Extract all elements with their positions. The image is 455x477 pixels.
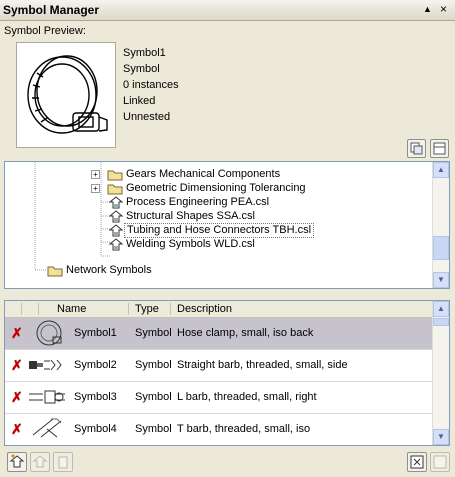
tree-item-selected[interactable]: Tubing and Hose Connectors TBH.csl (5, 223, 435, 238)
expand-icon[interactable]: + (91, 184, 100, 193)
column-header-name[interactable]: Name (57, 303, 86, 315)
preview-nest-status: Unnested (123, 111, 171, 123)
close-icon[interactable]: × (440, 2, 447, 16)
row-description: T barb, threaded, small, iso (177, 423, 311, 435)
delete-mark-icon[interactable]: ✗ (11, 325, 23, 342)
preview-label: Symbol Preview: (4, 25, 86, 37)
row-name: Symbol3 (74, 391, 117, 403)
delete-mark-icon[interactable]: ✗ (11, 357, 23, 374)
row-type: Symbol (135, 327, 172, 339)
options-button[interactable] (430, 139, 449, 158)
properties-button[interactable] (430, 452, 450, 472)
row-name: Symbol2 (74, 359, 117, 371)
table-row[interactable]: ✗ Symbol1 Symbol Hose clamp, small, iso … (5, 318, 433, 350)
symbol-list[interactable]: Name Type Description ✗ Symbol1 Symbol H… (4, 300, 450, 446)
row-description: Straight barb, threaded, small, side (177, 359, 348, 371)
tree-item[interactable]: Process Engineering PEA.csl (5, 195, 435, 210)
library-link-icon (109, 238, 123, 251)
export-icon (410, 142, 423, 155)
export-library-button[interactable] (407, 139, 426, 158)
select-icon (410, 455, 424, 469)
panel-title: Symbol Manager (3, 3, 100, 17)
panel-titlebar: Symbol Manager ▲ × (0, 0, 455, 21)
expand-icon[interactable]: + (91, 170, 100, 179)
table-row[interactable]: ✗ Symbol3 Symbol L barb, threaded, small… (5, 382, 433, 414)
folder-icon (47, 266, 63, 277)
library-link-icon (109, 224, 123, 237)
symbol-preview (16, 42, 116, 148)
list-header: Name Type Description (5, 301, 433, 318)
row-type: Symbol (135, 423, 172, 435)
scroll-thumb[interactable] (433, 318, 449, 326)
tree-item-label: Process Engineering PEA.csl (126, 196, 270, 208)
straight-barb-thumb-icon (29, 359, 62, 371)
row-description: L barb, threaded, small, right (177, 391, 317, 403)
table-row[interactable]: ✗ Symbol4 Symbol T barb, threaded, small… (5, 414, 433, 445)
library-tree[interactable]: + Gears Mechanical Components + Geometri… (4, 161, 450, 289)
row-description: Hose clamp, small, iso back (177, 327, 314, 339)
properties-icon (433, 455, 447, 469)
column-header-type[interactable]: Type (135, 303, 159, 315)
library-link-icon (109, 210, 123, 223)
tree-item-label: Gears Mechanical Components (126, 168, 281, 180)
hose-clamp-icon (27, 55, 108, 134)
options-icon (433, 142, 446, 155)
delete-symbol-icon (58, 456, 68, 469)
preview-instances: 0 instances (123, 79, 179, 91)
scroll-down-icon[interactable]: ▼ (433, 429, 449, 445)
delete-mark-icon[interactable]: ✗ (11, 421, 23, 438)
list-scrollbar[interactable]: ▲ ▼ (432, 301, 449, 445)
collapse-icon[interactable]: ▲ (423, 4, 432, 14)
preview-symbol-type: Symbol (123, 63, 160, 75)
tree-item[interactable]: Structural Shapes SSA.csl (5, 209, 435, 224)
new-symbol-button[interactable] (7, 452, 27, 472)
hose-clamp-thumb-icon (36, 320, 62, 346)
tree-item[interactable]: Network Symbols (5, 263, 435, 278)
preview-link-status: Linked (123, 95, 156, 107)
tree-item-label: Network Symbols (66, 264, 152, 276)
preview-symbol-name: Symbol1 (123, 47, 166, 59)
row-type: Symbol (135, 391, 172, 403)
folder-icon (107, 184, 123, 195)
tree-item-label: Structural Shapes SSA.csl (126, 210, 256, 222)
library-link-icon (109, 196, 123, 209)
table-row[interactable]: ✗ Symbol2 Symbol Straight barb, threaded… (5, 350, 433, 382)
tree-scrollbar[interactable]: ▲ ▼ (432, 162, 449, 288)
l-barb-thumb-icon (29, 390, 65, 404)
edit-symbol-icon (32, 455, 48, 468)
row-type: Symbol (135, 359, 172, 371)
column-header-description[interactable]: Description (177, 303, 232, 315)
folder-icon (107, 170, 123, 181)
row-name: Symbol1 (74, 327, 117, 339)
bottom-toolbar (0, 447, 455, 477)
delete-mark-icon[interactable]: ✗ (11, 389, 23, 406)
tree-item[interactable]: Welding Symbols WLD.csl (5, 237, 435, 252)
tree-item[interactable]: + Geometric Dimensioning Tolerancing (5, 181, 435, 196)
new-symbol-icon (9, 454, 25, 468)
scroll-down-icon[interactable]: ▼ (433, 272, 449, 288)
delete-symbol-button[interactable] (53, 452, 73, 472)
row-name: Symbol4 (74, 423, 117, 435)
scroll-up-icon[interactable]: ▲ (433, 162, 449, 178)
scroll-up-icon[interactable]: ▲ (433, 301, 449, 317)
tree-item[interactable]: + Gears Mechanical Components (5, 167, 435, 182)
edit-symbol-button[interactable] (30, 452, 50, 472)
scroll-thumb[interactable] (433, 236, 449, 260)
select-symbol-button[interactable] (407, 452, 427, 472)
tree-item-label: Geometric Dimensioning Tolerancing (126, 182, 306, 194)
tree-item-label: Welding Symbols WLD.csl (126, 238, 255, 250)
t-barb-thumb-icon (32, 418, 62, 438)
tree-item-label: Tubing and Hose Connectors TBH.csl (124, 223, 315, 238)
